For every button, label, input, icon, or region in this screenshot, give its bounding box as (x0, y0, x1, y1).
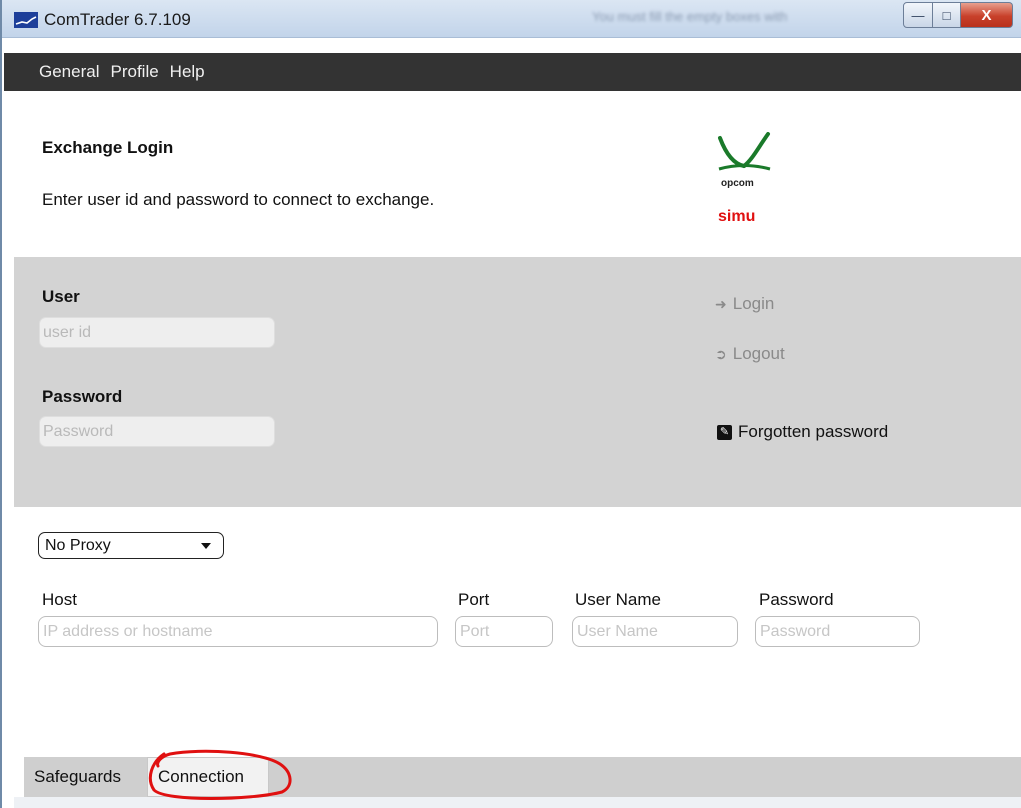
proxy-selected-value: No Proxy (45, 536, 111, 554)
page-title: Exchange Login (42, 138, 174, 157)
login-button[interactable]: ➜ Login (715, 294, 774, 314)
logout-button[interactable]: ➲ Logout (715, 344, 785, 364)
close-icon: X (981, 6, 992, 24)
proxy-username-label: User Name (575, 590, 661, 609)
minimize-button[interactable]: — (903, 2, 933, 28)
title-bar[interactable]: ComTrader 6.7.109 You must fill the empt… (2, 0, 1021, 38)
proxy-password-input[interactable] (755, 616, 920, 647)
forgotten-password-link[interactable]: ✎ Forgotten password (717, 422, 888, 442)
menu-item-general[interactable]: General (39, 62, 99, 82)
page-subtitle: Enter user id and password to connect to… (42, 190, 435, 209)
blurred-status-text: You must fill the empty boxes with (592, 9, 788, 24)
password-input[interactable] (39, 416, 275, 447)
user-id-input[interactable] (39, 317, 275, 348)
logo-text: opcom (721, 178, 754, 189)
tab-connection-label: Connection (158, 767, 245, 786)
window-controls: — □ X (903, 2, 1013, 30)
login-panel: User Password ➜ Login ➲ Logout ✎ Forgott… (14, 257, 1021, 507)
port-input[interactable] (455, 616, 553, 647)
forgotten-password-label: Forgotten password (738, 422, 889, 441)
port-label: Port (458, 590, 490, 609)
maximize-button[interactable]: □ (933, 2, 961, 28)
app-icon (14, 12, 38, 28)
opcom-logo-icon (718, 132, 771, 171)
window-title: ComTrader 6.7.109 (44, 10, 191, 29)
menu-item-help[interactable]: Help (170, 62, 205, 82)
host-label: Host (42, 590, 77, 609)
logout-label: Logout (732, 344, 785, 363)
proxy-select[interactable]: No Proxy (38, 532, 224, 559)
sign-out-icon: ➲ (715, 345, 727, 362)
environment-label: simu (718, 208, 756, 225)
menu-bar: General Profile Help (4, 53, 1021, 91)
user-label: User (42, 287, 80, 306)
host-input[interactable] (38, 616, 438, 647)
menu-item-profile[interactable]: Profile (110, 62, 158, 82)
comtrader-window: ComTrader 6.7.109 You must fill the empt… (0, 0, 1021, 808)
minimize-icon: — (911, 7, 925, 23)
proxy-username-input[interactable] (572, 616, 738, 647)
tab-safeguards-label: Safeguards (34, 767, 121, 786)
tab-safeguards[interactable]: Safeguards (34, 757, 121, 797)
proxy-password-label: Password (759, 590, 834, 609)
password-label: Password (42, 387, 123, 406)
tab-connection[interactable]: Connection (147, 757, 269, 797)
sign-in-icon: ➜ (715, 295, 727, 312)
bottom-tab-bar: Safeguards Connection (24, 757, 1021, 797)
login-label: Login (732, 294, 775, 313)
opcom-logo: opcom (714, 132, 774, 192)
chevron-down-icon (201, 543, 211, 549)
maximize-icon: □ (942, 7, 951, 23)
window-bottom-edge (14, 797, 1021, 808)
edit-icon: ✎ (717, 424, 732, 440)
close-button[interactable]: X (961, 2, 1013, 28)
